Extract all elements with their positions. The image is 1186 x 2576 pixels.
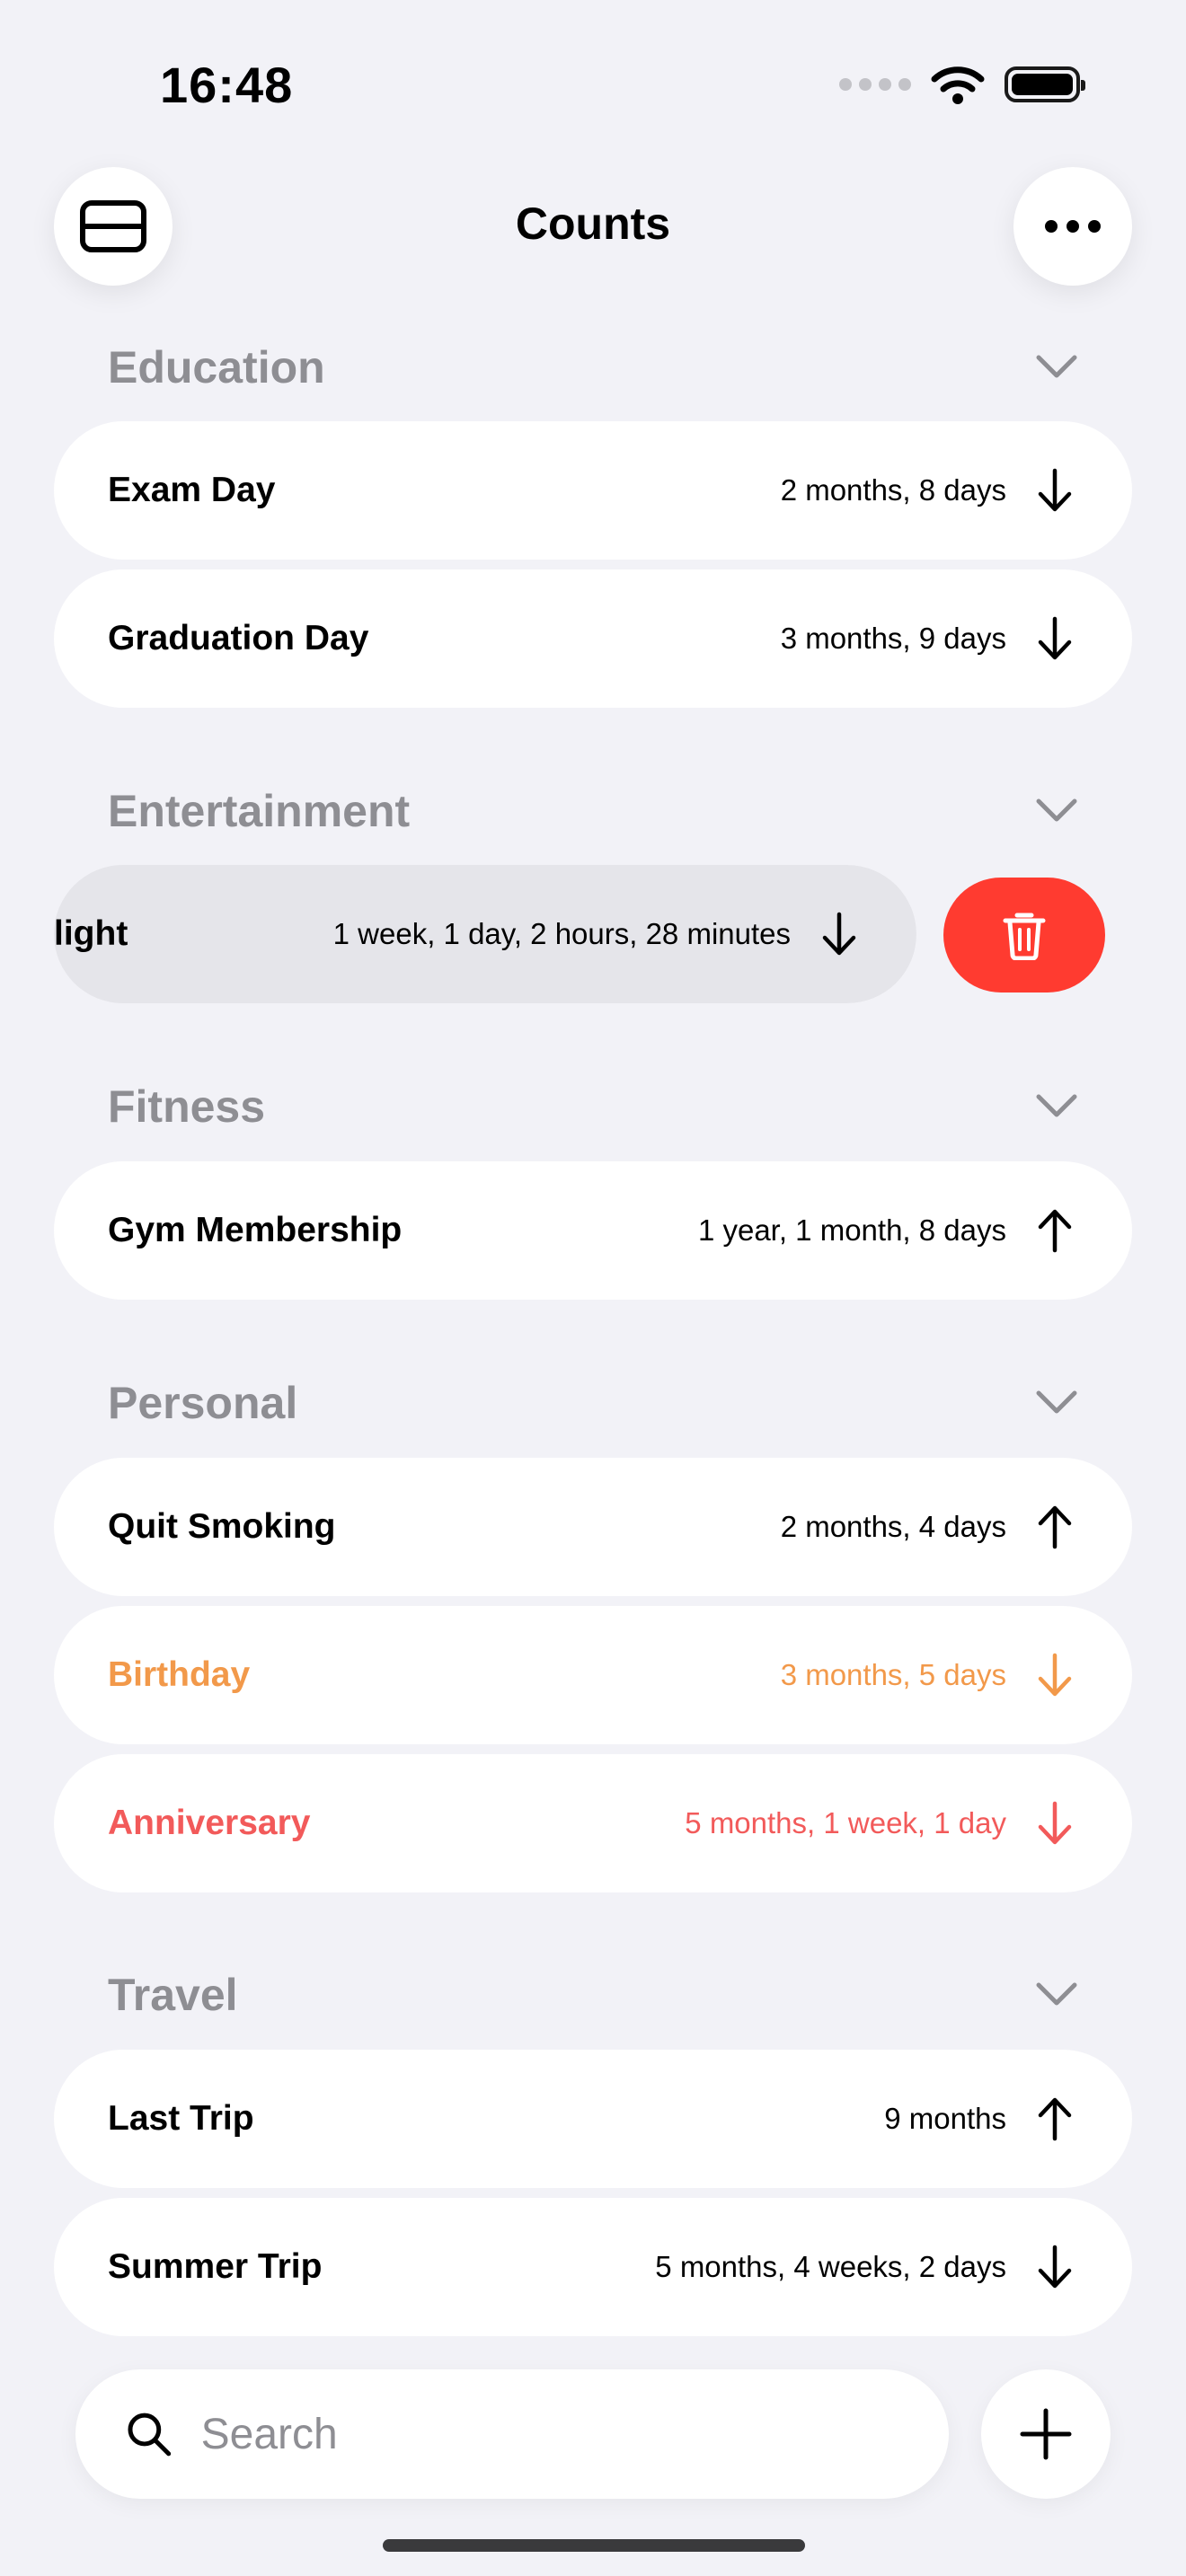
section-title: Education <box>108 342 325 393</box>
section-header-fitness[interactable]: Fitness <box>108 1075 1078 1138</box>
section-title: Fitness <box>108 1081 266 1132</box>
row-value: 1 week, 1 day, 2 hours, 28 minutes <box>332 917 791 950</box>
section-header-entertainment[interactable]: Entertainment <box>108 780 1078 842</box>
row-value: 3 months, 5 days <box>780 1658 1006 1691</box>
row-value: 5 months, 4 weeks, 2 days <box>655 2250 1006 2283</box>
row-value: 2 months, 4 days <box>780 1510 1006 1543</box>
swiped-row-container: light 1 week, 1 day, 2 hours, 28 minutes <box>54 865 916 1003</box>
row-title: Gym Membership <box>108 1211 403 1249</box>
row-title: light <box>54 914 128 953</box>
status-bar: 16:48 <box>0 0 1186 171</box>
plus-icon <box>1020 2408 1072 2460</box>
status-icons <box>839 65 1085 104</box>
row-title: Graduation Day <box>108 619 369 657</box>
arrow-down-icon <box>1031 2244 1078 2290</box>
count-row-anniversary[interactable]: Anniversary 5 months, 1 week, 1 day <box>54 1754 1132 1892</box>
battery-icon <box>1005 66 1085 102</box>
row-value: 1 year, 1 month, 8 days <box>697 1213 1006 1247</box>
section-title: Entertainment <box>108 786 411 836</box>
arrow-down-icon <box>816 911 863 957</box>
section-header-personal[interactable]: Personal <box>108 1372 1078 1434</box>
cellular-signal-icon <box>839 78 911 91</box>
count-row-night-swiped[interactable]: light 1 week, 1 day, 2 hours, 28 minutes <box>54 865 916 1003</box>
row-title: Summer Trip <box>108 2247 323 2286</box>
search-input[interactable] <box>199 2408 898 2460</box>
page-title: Counts <box>515 198 671 249</box>
row-title: Quit Smoking <box>108 1507 336 1546</box>
row-title: Last Trip <box>108 2099 254 2138</box>
section-title: Travel <box>108 1970 238 2020</box>
count-row-quit-smoking[interactable]: Quit Smoking 2 months, 4 days <box>54 1458 1132 1596</box>
arrow-up-icon <box>1031 1504 1078 1550</box>
arrow-down-icon <box>1031 615 1078 662</box>
row-value: 5 months, 1 week, 1 day <box>685 1806 1006 1839</box>
trash-icon <box>1003 913 1046 960</box>
arrow-up-icon <box>1031 2095 1078 2142</box>
count-row-graduation-day[interactable]: Graduation Day 3 months, 9 days <box>54 569 1132 708</box>
count-row-birthday[interactable]: Birthday 3 months, 5 days <box>54 1606 1132 1744</box>
add-button[interactable] <box>981 2369 1111 2499</box>
count-row-summer-trip[interactable]: Summer Trip 5 months, 4 weeks, 2 days <box>54 2198 1132 2336</box>
section-title: Personal <box>108 1378 298 1428</box>
delete-button[interactable] <box>943 878 1105 992</box>
count-row-gym-membership[interactable]: Gym Membership 1 year, 1 month, 8 days <box>54 1161 1132 1300</box>
row-value: 2 months, 8 days <box>780 473 1006 507</box>
arrow-down-icon <box>1031 467 1078 514</box>
ellipsis-icon <box>1045 220 1101 233</box>
home-indicator <box>383 2539 805 2552</box>
row-title: Exam Day <box>108 471 276 509</box>
chevron-down-icon[interactable] <box>1035 1085 1078 1128</box>
chevron-down-icon[interactable] <box>1035 1973 1078 2016</box>
chevron-down-icon[interactable] <box>1035 790 1078 833</box>
chevron-down-icon[interactable] <box>1035 346 1078 389</box>
row-value: 9 months <box>884 2102 1006 2135</box>
row-value: 3 months, 9 days <box>780 622 1006 655</box>
search-icon <box>128 2413 172 2457</box>
arrow-down-icon <box>1031 1800 1078 1847</box>
more-options-button[interactable] <box>1013 167 1132 286</box>
arrow-down-icon <box>1031 1652 1078 1698</box>
row-title: Birthday <box>108 1655 251 1694</box>
section-header-travel[interactable]: Travel <box>108 1963 1078 2026</box>
chevron-down-icon[interactable] <box>1035 1381 1078 1425</box>
section-header-education[interactable]: Education <box>108 336 1078 399</box>
status-time: 16:48 <box>160 57 294 113</box>
wifi-icon <box>931 66 985 104</box>
arrow-up-icon <box>1031 1207 1078 1254</box>
row-title: Anniversary <box>108 1804 311 1842</box>
count-row-last-trip[interactable]: Last Trip 9 months <box>54 2050 1132 2188</box>
count-row-exam-day[interactable]: Exam Day 2 months, 8 days <box>54 421 1132 560</box>
search-bar[interactable] <box>75 2369 949 2499</box>
